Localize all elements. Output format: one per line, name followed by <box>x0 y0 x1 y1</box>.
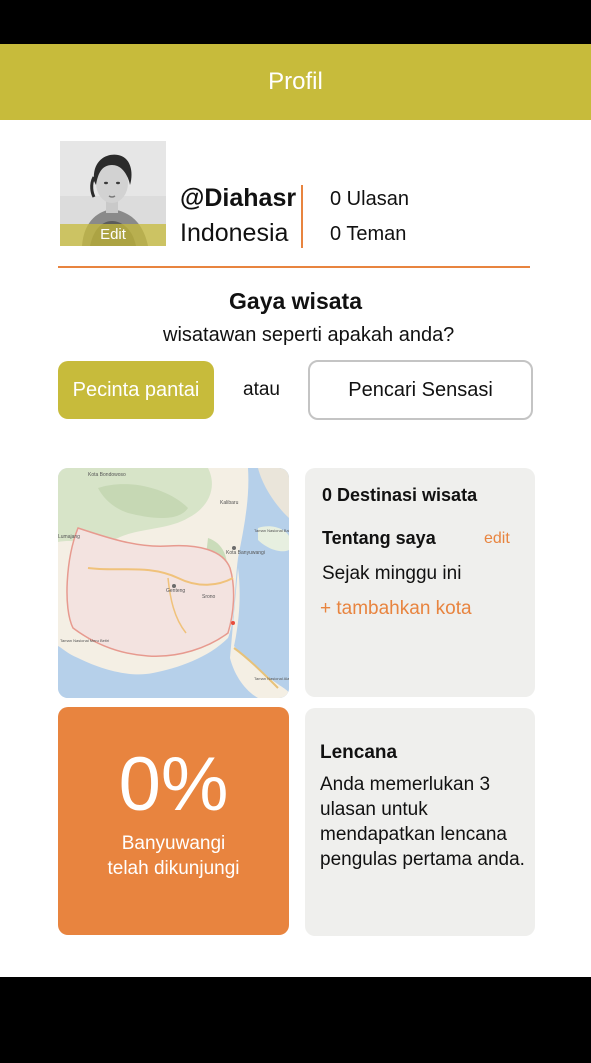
svg-text:Taman Nasional Alas Purwo: Taman Nasional Alas Purwo <box>254 676 289 681</box>
status-bar <box>0 0 591 44</box>
svg-text:Lumajang: Lumajang <box>58 534 80 540</box>
app-header: Profil <box>0 44 591 120</box>
vertical-divider <box>301 185 303 248</box>
svg-text:Taman Nasional Meru Betiri: Taman Nasional Meru Betiri <box>60 638 109 643</box>
friends-count[interactable]: 0 Teman <box>330 223 406 246</box>
profile-info-card: 0 Destinasi wisata Tentang saya edit Sej… <box>305 468 535 697</box>
travel-style-question: wisatawan seperti apakah anda? <box>163 324 455 346</box>
svg-text:Kalibaru: Kalibaru <box>220 500 239 506</box>
map-thumbnail[interactable]: Kota Bondowoso Lumajang Kalibaru Kota Ba… <box>58 468 289 698</box>
svg-text:Taman Nasional Bali Barat: Taman Nasional Bali Barat <box>254 528 289 533</box>
map-image: Kota Bondowoso Lumajang Kalibaru Kota Ba… <box>58 468 289 698</box>
user-country: Indonesia <box>180 219 289 247</box>
option-thrill-seeker-button[interactable]: Pencari Sensasi <box>308 360 533 420</box>
svg-text:Kota Bondowoso: Kota Bondowoso <box>88 472 126 478</box>
member-since-text: Sejak minggu ini <box>322 563 462 584</box>
or-label: atau <box>243 379 280 400</box>
horizontal-divider <box>58 266 530 268</box>
add-city-link[interactable]: + tambahkan kota <box>320 598 472 620</box>
page-title: Profil <box>268 68 323 95</box>
about-me-title: Tentang saya <box>322 528 436 548</box>
svg-text:Srono: Srono <box>202 594 216 600</box>
visit-progress-percent: 0% <box>118 742 229 827</box>
reviews-count[interactable]: 0 Ulasan <box>330 188 409 211</box>
travel-style-title: Gaya wisata <box>229 288 362 314</box>
navigation-bar <box>0 977 591 1063</box>
badge-title: Lencana <box>320 742 398 763</box>
progress-caption-line2: telah dikunjungi <box>107 858 240 879</box>
badge-card: Lencana Anda memerlukan 3 ulasan untuk m… <box>305 708 535 936</box>
destinations-count: 0 Destinasi wisata <box>322 485 478 505</box>
visit-progress-card: 0% Banyuwangi telah dikunjungi <box>58 707 289 935</box>
username: @Diahasr <box>180 184 297 212</box>
avatar-edit-button[interactable]: Edit <box>60 224 166 246</box>
about-edit-link[interactable]: edit <box>484 530 510 548</box>
progress-caption-line1: Banyuwangi <box>121 833 226 854</box>
badge-description: Anda memerlukan 3 ulasan untuk mendapatk… <box>320 774 525 870</box>
option-beach-lover-button[interactable]: Pecinta pantai <box>58 361 214 419</box>
avatar[interactable]: Edit <box>60 141 166 246</box>
visit-progress-caption: Banyuwangi telah dikunjungi <box>58 831 289 881</box>
svg-text:Kota Banyuwangi: Kota Banyuwangi <box>226 550 265 556</box>
svg-text:Genteng: Genteng <box>166 588 185 594</box>
